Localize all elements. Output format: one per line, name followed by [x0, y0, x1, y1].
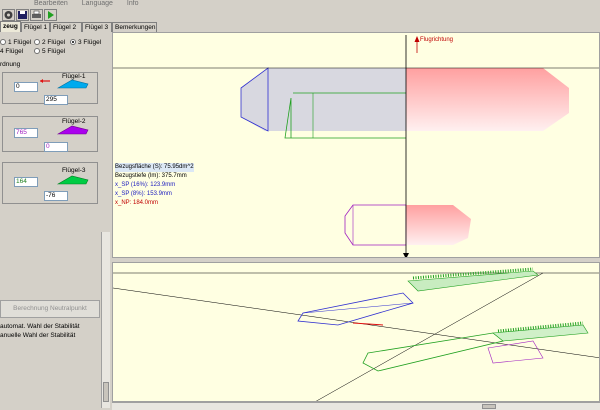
main-wing-left-fill	[241, 68, 406, 131]
wing-1-y-input[interactable]: 295	[44, 95, 68, 105]
tab-fluegel-3[interactable]: Flügel 3	[82, 22, 112, 32]
perspective-drawing	[113, 267, 599, 401]
wing-1-shape	[56, 79, 89, 89]
wing-3-x-input[interactable]: 164	[14, 177, 38, 187]
wing-2-y-input[interactable]: 0	[44, 142, 68, 152]
radio-1-wing[interactable]: 1 Flügel	[0, 39, 31, 47]
save-button[interactable]	[16, 9, 29, 21]
wing-1-preview	[40, 79, 89, 89]
radio-circle-selected	[70, 39, 76, 45]
wing-3-preview	[56, 175, 89, 185]
radio-5-wing[interactable]: 5 Flügel	[34, 48, 65, 56]
arrangement-group-title: rdnung	[0, 61, 21, 68]
lower-wing-3d	[362, 332, 504, 372]
hscroll-thumb[interactable]	[482, 404, 496, 409]
left-panel: 1 Flügel 2 Flügel 3 Flügel 4 Flügel 5 Fl…	[0, 32, 110, 410]
red-arrow-icon	[40, 79, 43, 83]
left-scrollbar[interactable]	[101, 232, 110, 408]
wing-2-preview	[56, 125, 89, 135]
toolbar	[0, 8, 600, 22]
radio-2-wing[interactable]: 2 Flügel	[34, 39, 65, 47]
x-sp-8: x_SP (8%): 153.9mm	[115, 191, 172, 197]
tail-right-fill	[406, 205, 471, 245]
top-view-canvas[interactable]: Flugrichtung Bezugsfläche (S): 75.95dm^2…	[112, 32, 600, 258]
menu-language[interactable]: Language	[80, 0, 113, 7]
manual-stability-option[interactable]: anuelle Wahl der Stabilität	[0, 332, 75, 340]
radio-3-wing[interactable]: 3 Flügel	[70, 39, 101, 47]
radio-circle	[34, 48, 40, 54]
radio-4-wing[interactable]: 4 Flügel	[0, 48, 23, 56]
auto-stability-option[interactable]: automat. Wahl der Stabilität	[0, 323, 80, 331]
tab-fluegel-1[interactable]: Flügel 1	[21, 22, 50, 32]
menu-info[interactable]: Info	[125, 0, 139, 7]
perspective-view-canvas[interactable]	[112, 262, 600, 402]
flight-direction-label: Flugrichtung	[420, 37, 454, 43]
run-button[interactable]	[44, 9, 57, 21]
x-np: x_NP: 184.0mm	[115, 200, 159, 206]
info-block: Bezugsfläche (S): 75.95dm^2 Bezugstiefe …	[115, 163, 194, 208]
flight-direction-arrow-icon	[414, 36, 420, 42]
wing-3-shape	[56, 175, 89, 185]
reference-depth: Bezugstiefe (lm): 375.7mm	[115, 173, 187, 179]
radio-circle	[34, 39, 40, 45]
bottom-scrollbar[interactable]	[112, 402, 600, 410]
reference-area: Bezugsfläche (S): 75.95dm^2	[115, 163, 194, 172]
open-icon	[4, 11, 13, 19]
tail-3d	[487, 340, 544, 364]
wing-2-x-input[interactable]: 765	[14, 128, 38, 138]
tab-bemerkungen[interactable]: Bemerkungen	[112, 22, 157, 32]
tab-flugzeug[interactable]: zeug	[0, 21, 21, 32]
print-button[interactable]	[30, 9, 43, 21]
tab-strip: zeug Flügel 1 Flügel 2 Flügel 3 Bemerkun…	[0, 21, 200, 32]
wing-3-y-input[interactable]: -76	[44, 191, 68, 201]
play-icon	[48, 11, 54, 19]
wing-2-shape	[56, 125, 89, 135]
menu-edit[interactable]: Bearbeiten	[32, 0, 68, 7]
tab-fluegel-2[interactable]: Flügel 2	[50, 22, 82, 32]
save-icon	[18, 11, 27, 19]
open-button[interactable]	[2, 9, 15, 21]
menu-bar: Bearbeiten Language Info	[0, 0, 600, 8]
printer-icon	[32, 10, 41, 18]
tail-outline	[344, 204, 407, 246]
wing-1-x-input[interactable]: 0	[14, 82, 38, 92]
main-wing-3d	[297, 292, 414, 326]
scroll-thumb[interactable]	[103, 382, 109, 402]
calculate-neutral-point-button[interactable]: Berechnung Neutralpunkt	[0, 300, 100, 318]
main-wing-right-fill	[406, 68, 569, 131]
radio-circle	[0, 39, 6, 45]
top-view-drawing	[113, 35, 599, 257]
x-sp-16: x_SP (16%): 123.9mm	[115, 182, 176, 188]
